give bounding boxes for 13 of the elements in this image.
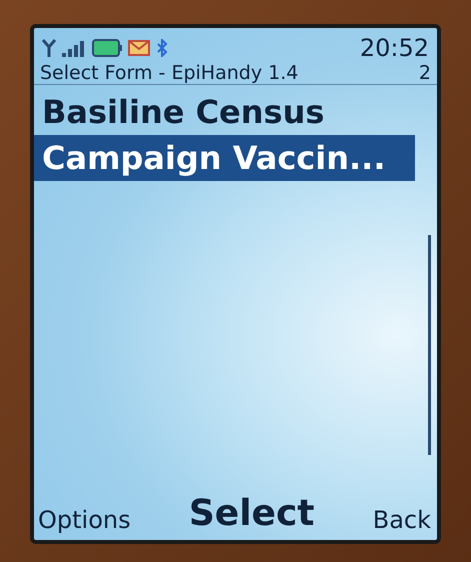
bluetooth-icon <box>156 39 168 57</box>
options-softkey[interactable]: Options <box>38 506 131 534</box>
clock-time: 20:52 <box>360 34 429 62</box>
select-softkey[interactable]: Select <box>188 493 314 534</box>
signal-icon <box>62 39 86 57</box>
antenna-icon <box>42 38 56 58</box>
form-item[interactable]: Campaign Vaccin... <box>34 135 415 181</box>
envelope-icon <box>128 40 150 56</box>
page-number: 2 <box>418 62 431 84</box>
battery-icon <box>92 39 122 57</box>
form-item[interactable]: Basiline Census <box>34 89 415 135</box>
back-softkey[interactable]: Back <box>372 506 431 534</box>
screen-title: Select Form - EpiHandy 1.4 <box>40 62 298 84</box>
